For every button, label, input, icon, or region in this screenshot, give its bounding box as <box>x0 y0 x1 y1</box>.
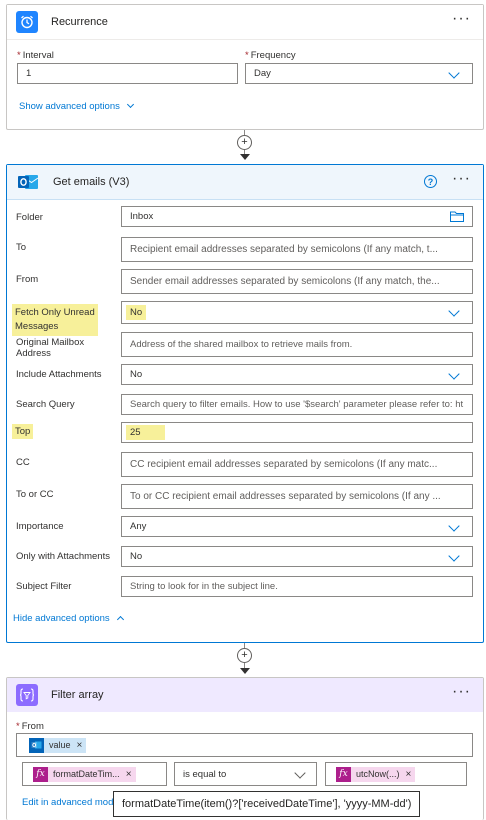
recurrence-title: Recurrence <box>51 16 108 28</box>
recurrence-card: Recurrence ··· * Interval 1 * Frequency Da… <box>6 4 484 130</box>
chevron-down-icon <box>448 520 460 532</box>
from-label: From <box>16 274 39 285</box>
divider <box>7 199 483 200</box>
folder-input[interactable]: Inbox <box>121 206 473 227</box>
to-label: To <box>16 242 27 253</box>
frequency-label: * Frequency <box>245 50 296 61</box>
value-token-label: value <box>49 740 71 750</box>
arrow-down-icon <box>239 668 250 674</box>
fetch-unread-label: Fetch Only Unread Messages <box>12 304 98 336</box>
divider <box>7 39 483 40</box>
value-token[interactable]: value × <box>29 737 87 753</box>
from-input[interactable]: value × <box>16 733 473 757</box>
interval-label: * Interval <box>17 50 54 61</box>
function-icon: fx <box>33 766 48 782</box>
fetch-unread-dropdown[interactable]: No <box>121 301 473 324</box>
expression-token[interactable]: fx formatDateTim... × <box>33 766 136 782</box>
original-mailbox-input[interactable]: Address of the shared mailbox to retriev… <box>121 332 473 357</box>
cc-label: CC <box>16 457 30 468</box>
to-or-cc-label: To or CC <box>16 489 54 500</box>
subject-filter-label: Subject Filter <box>16 581 72 592</box>
importance-dropdown[interactable]: Any <box>121 516 473 537</box>
to-or-cc-input[interactable]: To or CC recipient email addresses separ… <box>121 484 473 509</box>
search-query-input[interactable]: Search query to filter emails. How to us… <box>121 394 473 415</box>
chevron-down-icon <box>294 767 306 779</box>
remove-token-icon[interactable]: × <box>77 740 83 751</box>
top-input[interactable]: 25 <box>121 422 473 443</box>
recurrence-header[interactable]: Recurrence ··· <box>7 5 483 39</box>
original-mailbox-label: Original Mailbox Address <box>16 337 85 359</box>
help-icon[interactable]: ? <box>424 175 437 188</box>
add-step-button[interactable]: + <box>237 648 252 663</box>
chevron-down-icon <box>448 368 460 380</box>
condition-operator-dropdown[interactable]: is equal to <box>174 762 317 786</box>
folder-icon[interactable] <box>450 211 464 222</box>
chevron-down-icon <box>448 550 460 562</box>
expression-token-label: formatDateTim... <box>53 769 120 779</box>
include-attachments-label: Include Attachments <box>16 369 102 380</box>
from-label: * From <box>16 721 44 732</box>
chevron-up-icon <box>116 615 124 624</box>
expression-tooltip: formatDateTime(item()?['receivedDateTime… <box>113 791 421 817</box>
filter-array-header[interactable]: Filter array ··· <box>7 678 483 712</box>
alarm-clock-icon <box>16 11 38 33</box>
condition-right-operand[interactable]: fx utcNow(...) × <box>325 762 467 786</box>
edit-in-advanced-mode-link[interactable]: Edit in advanced mode <box>22 797 116 808</box>
function-icon: fx <box>336 766 351 782</box>
chevron-down-icon <box>448 67 460 79</box>
from-input[interactable]: Sender email addresses separated by semi… <box>121 269 473 294</box>
show-advanced-options-link[interactable]: Show advanced options <box>19 100 134 112</box>
add-step-button[interactable]: + <box>237 135 252 150</box>
step-connector: + <box>236 130 253 163</box>
outlook-icon <box>29 737 44 753</box>
condition-left-operand[interactable]: fx formatDateTim... × <box>22 762 167 786</box>
recurrence-more-menu[interactable]: ··· <box>452 11 471 27</box>
interval-input[interactable]: 1 <box>17 63 238 84</box>
remove-token-icon[interactable]: × <box>126 769 132 780</box>
include-attachments-dropdown[interactable]: No <box>121 364 473 385</box>
only-with-attachments-dropdown[interactable]: No <box>121 546 473 567</box>
chevron-down-icon <box>126 100 134 109</box>
get-emails-title: Get emails (V3) <box>53 176 130 188</box>
arrow-down-icon <box>239 154 250 160</box>
top-label: Top <box>12 424 34 439</box>
get-emails-header[interactable]: Get emails (V3) ? ··· <box>7 165 483 199</box>
importance-label: Importance <box>16 521 64 532</box>
only-with-attachments-label: Only with Attachments <box>16 551 110 562</box>
filter-array-more-menu[interactable]: ··· <box>452 684 471 700</box>
expression-token[interactable]: fx utcNow(...) × <box>336 766 416 782</box>
get-emails-more-menu[interactable]: ··· <box>452 171 471 187</box>
step-connector: + <box>236 643 253 677</box>
filter-array-title: Filter array <box>51 689 104 701</box>
outlook-icon <box>16 170 40 194</box>
filter-braces-icon <box>16 684 38 706</box>
search-query-label: Search Query <box>16 399 75 410</box>
folder-label: Folder <box>16 212 43 223</box>
to-input[interactable]: Recipient email addresses separated by s… <box>121 237 473 262</box>
cc-input[interactable]: CC recipient email addresses separated b… <box>121 452 473 477</box>
frequency-dropdown[interactable]: Day <box>245 63 473 84</box>
hide-advanced-options-link[interactable]: Hide advanced options <box>13 613 124 624</box>
chevron-down-icon <box>448 305 460 317</box>
expression-token-label: utcNow(...) <box>356 769 400 779</box>
remove-token-icon[interactable]: × <box>406 769 412 780</box>
subject-filter-input[interactable]: String to look for in the subject line. <box>121 576 473 597</box>
